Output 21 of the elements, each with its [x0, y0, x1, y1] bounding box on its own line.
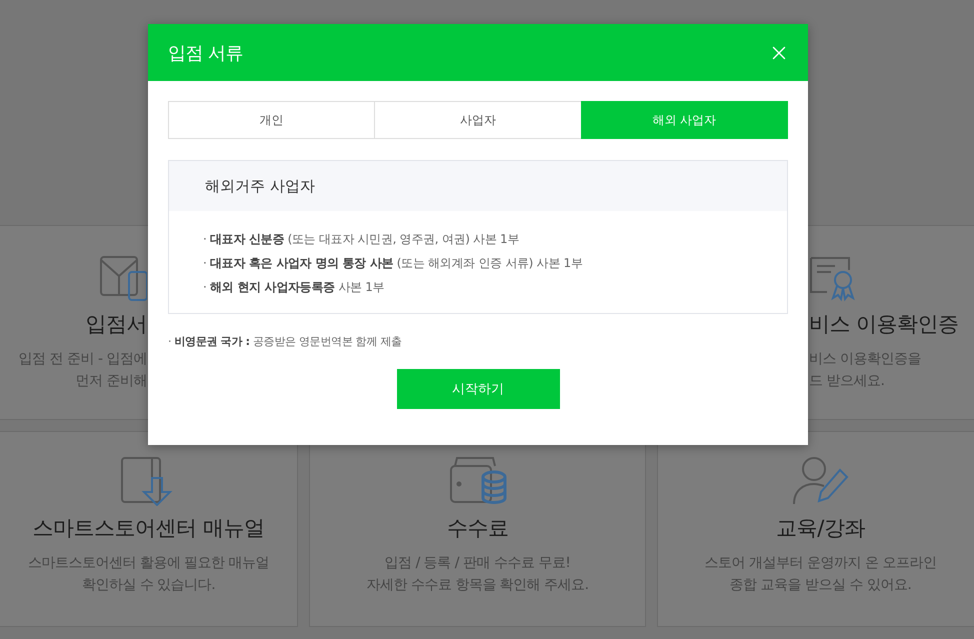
document-item: · 해외 현지 사업자등록증 사본 1부 — [203, 279, 386, 296]
card-title: 수수료 — [446, 515, 508, 542]
card-description: 드 받으세요. — [809, 372, 884, 391]
card-description: 자세한 수수료 항목을 확인해 주세요. — [366, 576, 589, 595]
card-title: 비스 이용확인증 — [809, 311, 959, 338]
note-text: · 비영문권 국가 : 공증받은 영문번역본 함께 제출 — [168, 334, 403, 349]
card-description: 스마트스토어센터 활용에 필요한 매뉴얼 — [28, 554, 270, 573]
card-description: 입점 / 등록 / 판매 수수료 무료! — [384, 554, 570, 573]
card-description: 종합 교육을 받으실 수 있어요. — [730, 576, 912, 595]
card-title: 스마트스토어센터 매뉴얼 — [32, 515, 264, 542]
panel-heading: 해외거주 사업자 — [169, 161, 787, 211]
modal-title: 입점 서류 — [168, 42, 244, 64]
card-title: 입점서 — [86, 311, 147, 338]
card-description: 스토어 개설부터 운영까지 온 오프라인 — [704, 554, 936, 573]
card-description: 먼저 준비해 — [76, 372, 147, 391]
card-description: 확인하실 수 있습니다. — [82, 576, 216, 595]
document-item: · 대표자 혹은 사업자 명의 통장 사본 (또는 해외계좌 인증 서류) 사본 1부 — [203, 255, 584, 272]
card-description: 입점 전 준비 - 입점에 — [18, 350, 147, 369]
card-description: 비스 이용확인증을 — [809, 350, 921, 369]
card-title: 교육/강좌 — [776, 515, 865, 542]
document-item: · 대표자 신분증 (또는 대표자 시민권, 영주권, 여권) 사본 1부 — [203, 231, 520, 248]
